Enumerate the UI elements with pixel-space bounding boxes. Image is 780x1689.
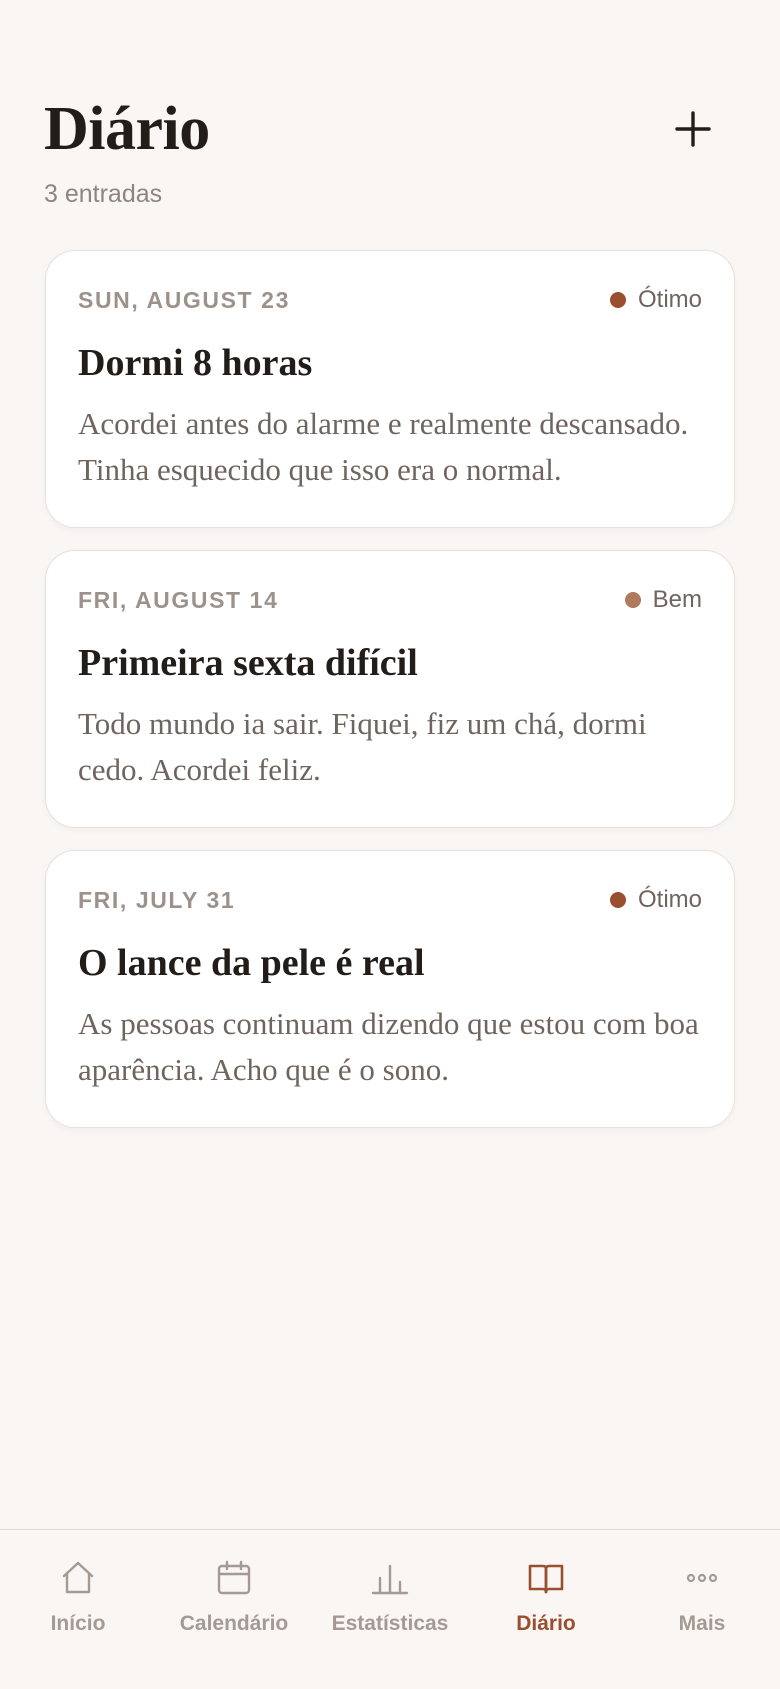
tab-label: Diário bbox=[516, 1612, 576, 1635]
entry-body: Acordei antes do alarme e realmente desc… bbox=[78, 406, 689, 487]
tab-label: Mais bbox=[678, 1612, 726, 1635]
tab-diario[interactable]: Diário bbox=[468, 1530, 624, 1689]
entry-card[interactable]: FRI, AUGUST 14 Bem Primeira sexta difíci… bbox=[45, 550, 735, 828]
bar-chart-icon bbox=[371, 1564, 409, 1595]
mood-badge: Ótimo bbox=[609, 286, 702, 314]
tab-estatisticas[interactable]: Estatísticas bbox=[312, 1530, 468, 1689]
entry-list: SUN, AUGUST 23 Ótimo Dormi 8 horas Acord… bbox=[45, 250, 735, 1150]
mood-dot bbox=[624, 592, 641, 608]
tab-label: Início bbox=[50, 1612, 106, 1635]
page-title: Diário bbox=[44, 95, 210, 163]
entry-count: 3 entradas bbox=[44, 180, 163, 208]
page-header: Diário 3 entradas bbox=[44, 92, 736, 209]
plus-icon bbox=[675, 111, 711, 147]
entry-body: Todo mundo ia sair. Fiquei, fiz um chá, … bbox=[78, 706, 647, 787]
more-icon bbox=[686, 1573, 718, 1583]
bottom-tab-bar: Início Calendário Estatísticas Diário Ma… bbox=[0, 1529, 780, 1689]
mood-badge: Bem bbox=[624, 586, 702, 614]
add-entry-button[interactable] bbox=[668, 104, 718, 154]
entry-card-header: FRI, AUGUST 14 Bem bbox=[78, 585, 702, 615]
entry-card-header: FRI, JULY 31 Ótimo bbox=[78, 885, 702, 915]
entry-card[interactable]: FRI, JULY 31 Ótimo O lance da pele é rea… bbox=[45, 850, 735, 1128]
mood-badge: Ótimo bbox=[609, 886, 702, 914]
book-icon bbox=[528, 1564, 564, 1594]
entry-body: As pessoas continuam dizendo que estou c… bbox=[78, 1006, 699, 1087]
mood-dot bbox=[609, 892, 626, 908]
mood-label: Bem bbox=[652, 586, 702, 613]
calendar-icon bbox=[217, 1560, 251, 1595]
entry-title: O lance da pele é real bbox=[78, 942, 425, 984]
home-icon bbox=[62, 1561, 94, 1594]
tab-label: Calendário bbox=[179, 1612, 289, 1635]
entry-title: Dormi 8 horas bbox=[78, 342, 313, 384]
tab-inicio[interactable]: Início bbox=[0, 1530, 156, 1689]
entry-date: SUN, AUGUST 23 bbox=[78, 286, 290, 313]
tab-calendario[interactable]: Calendário bbox=[156, 1530, 312, 1689]
entry-card-header: SUN, AUGUST 23 Ótimo bbox=[78, 285, 702, 315]
tab-label: Estatísticas bbox=[331, 1612, 449, 1635]
tab-mais[interactable]: Mais bbox=[624, 1530, 780, 1689]
mood-dot bbox=[609, 292, 626, 308]
mood-label: Ótimo bbox=[637, 286, 702, 313]
entry-card[interactable]: SUN, AUGUST 23 Ótimo Dormi 8 horas Acord… bbox=[45, 250, 735, 528]
entry-title: Primeira sexta difícil bbox=[78, 642, 418, 684]
entry-date: FRI, AUGUST 14 bbox=[78, 586, 279, 613]
mood-label: Ótimo bbox=[637, 886, 702, 913]
entry-date: FRI, JULY 31 bbox=[78, 886, 236, 913]
